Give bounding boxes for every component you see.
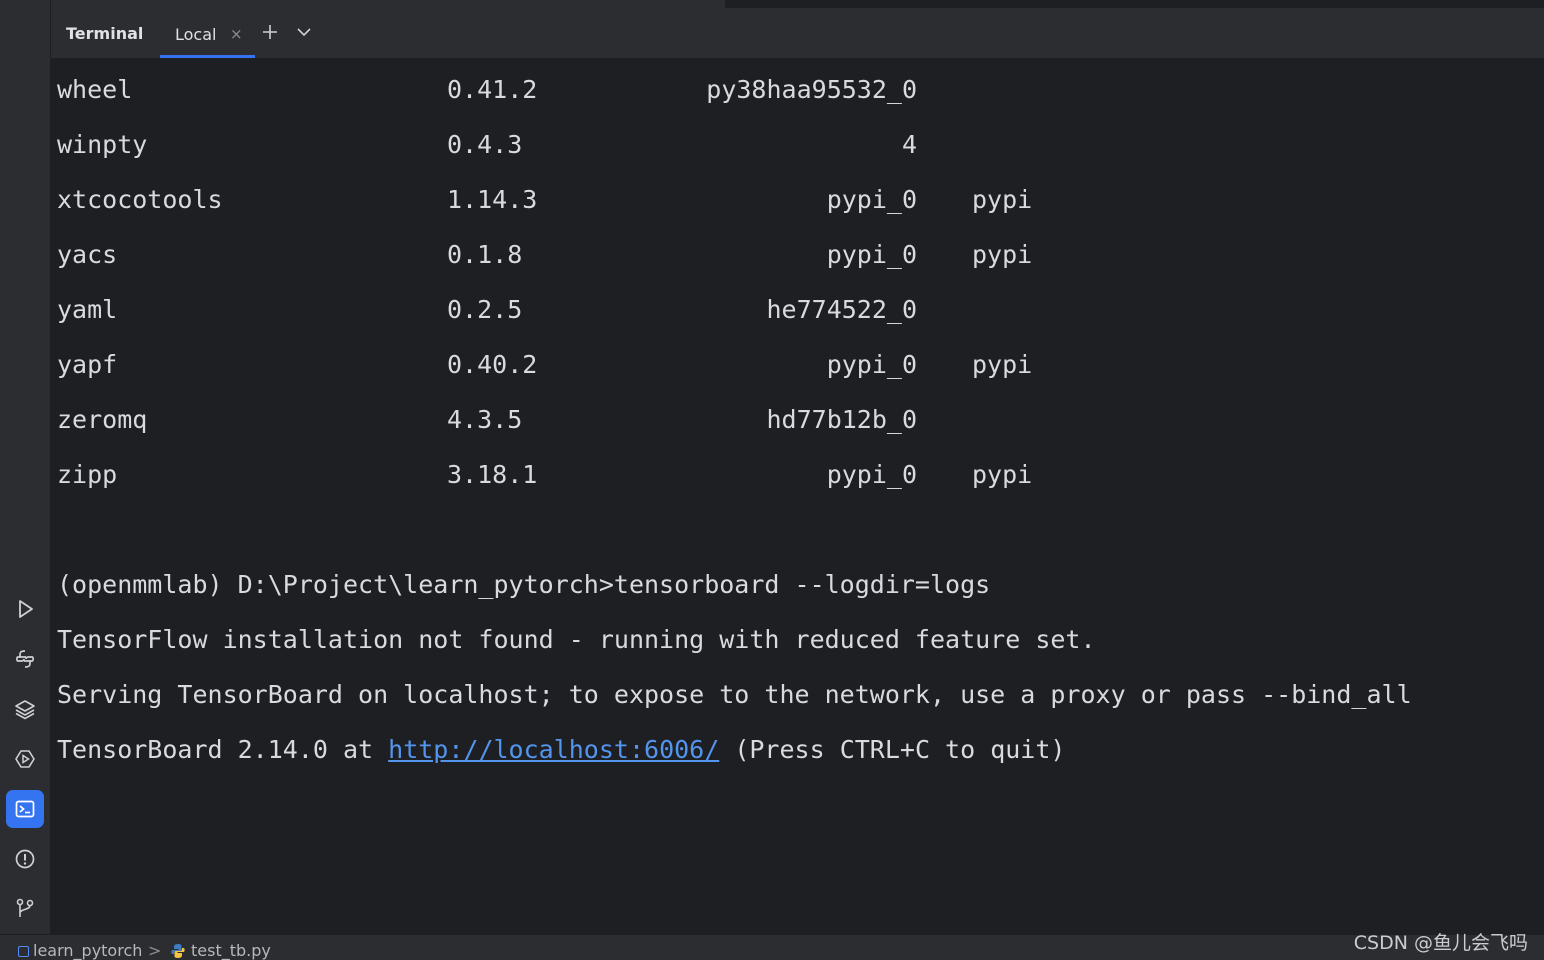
- package-channel: pypi: [972, 185, 1033, 214]
- package-row: yacs 0.1.8 pypi_0 pypi: [57, 240, 1032, 270]
- tensorflow-warning-line: TensorFlow installation not found - runn…: [57, 625, 1096, 654]
- package-name: xtcocotools: [57, 185, 223, 214]
- project-name: learn_pytorch: [33, 941, 143, 960]
- command-prompt-line: (openmmlab) D:\Project\learn_pytorch>ten…: [57, 570, 991, 599]
- watermark: CSDN @鱼儿会飞吗: [1353, 932, 1528, 954]
- package-build: he774522_0: [766, 295, 917, 324]
- package-row: wheel 0.41.2 py38haa95532_0: [57, 75, 917, 105]
- problems-icon[interactable]: [6, 840, 44, 878]
- tab-label: Local: [175, 25, 217, 44]
- package-name: wheel: [57, 75, 133, 104]
- package-row: zipp 3.18.1 pypi_0 pypi: [57, 460, 1032, 490]
- module-icon: [18, 946, 29, 957]
- tab-local[interactable]: Local ×: [160, 8, 255, 58]
- left-toolbar: [0, 0, 51, 934]
- close-tab-icon[interactable]: ×: [230, 25, 243, 43]
- services-icon[interactable]: [6, 740, 44, 778]
- serving-info-line: Serving TensorBoard on localhost; to exp…: [57, 680, 1412, 709]
- active-tab-indicator: [160, 55, 255, 58]
- breadcrumb-project[interactable]: learn_pytorch: [18, 941, 142, 960]
- package-build: 4: [901, 130, 917, 159]
- file-name: test_tb.py: [191, 941, 271, 960]
- package-name: zeromq: [57, 405, 148, 434]
- tensorboard-version-text: TensorBoard 2.14.0 at: [57, 735, 389, 764]
- git-icon[interactable]: [6, 889, 44, 927]
- quit-hint-text: (Press CTRL+C to quit): [719, 735, 1066, 764]
- tool-window-title: Terminal: [66, 24, 144, 43]
- package-name: zipp: [57, 460, 118, 489]
- breadcrumb-file[interactable]: test_tb.py: [170, 941, 271, 960]
- terminal-output[interactable]: wheel 0.41.2 py38haa95532_0 winpty 0.4.3…: [51, 59, 1544, 934]
- status-bar: learn_pytorch > test_tb.py: [0, 934, 1544, 960]
- package-build: pypi_0: [826, 460, 917, 489]
- plus-icon[interactable]: [260, 22, 280, 42]
- package-row: winpty 0.4.3 4: [57, 130, 917, 160]
- package-name: yacs: [57, 240, 118, 269]
- python-file-icon: [171, 944, 185, 958]
- top-strip-segment: [725, 0, 1544, 8]
- package-row: xtcocotools 1.14.3 pypi_0 pypi: [57, 185, 1032, 215]
- package-name: winpty: [57, 130, 148, 159]
- package-row: yaml 0.2.5 he774522_0: [57, 295, 917, 325]
- tensorboard-url-line: TensorBoard 2.14.0 at http://localhost:6…: [57, 735, 1065, 764]
- terminal-tab-header: Terminal Local ×: [51, 8, 1544, 59]
- package-build: pypi_0: [826, 350, 917, 379]
- terminal-icon[interactable]: [6, 790, 44, 828]
- package-build: pypi_0: [826, 185, 917, 214]
- tensorboard-link[interactable]: http://localhost:6006/: [388, 735, 719, 764]
- package-build: hd77b12b_0: [766, 405, 917, 434]
- chevron-down-icon[interactable]: [294, 22, 314, 42]
- breadcrumb-separator: >: [148, 941, 162, 960]
- package-name: yaml: [57, 295, 118, 324]
- layers-icon[interactable]: [6, 690, 44, 728]
- package-build: pypi_0: [826, 240, 917, 269]
- package-channel: pypi: [972, 240, 1033, 269]
- run-icon[interactable]: [6, 590, 44, 628]
- package-build: py38haa95532_0: [706, 75, 917, 104]
- python-console-icon[interactable]: [6, 640, 44, 678]
- package-channel: pypi: [972, 460, 1033, 489]
- top-strip: [0, 0, 1544, 8]
- package-name: yapf: [57, 350, 118, 379]
- package-channel: pypi: [972, 350, 1033, 379]
- package-row: zeromq 4.3.5 hd77b12b_0: [57, 405, 917, 435]
- package-row: yapf 0.40.2 pypi_0 pypi: [57, 350, 1032, 380]
